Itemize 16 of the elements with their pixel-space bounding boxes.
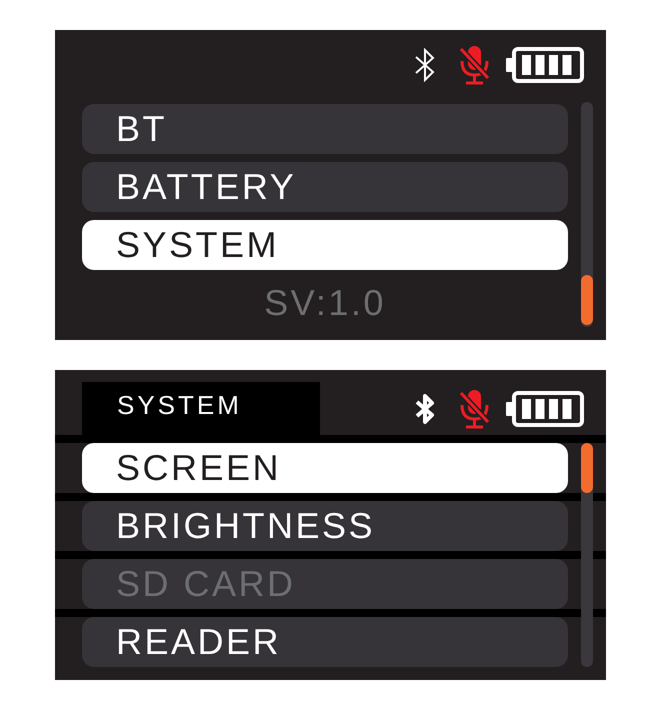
- menu-item[interactable]: READER: [82, 617, 568, 667]
- version-text: SV:1.0: [264, 285, 386, 321]
- battery-icon: [506, 47, 584, 83]
- menu-item[interactable]: BRIGHTNESS: [82, 501, 568, 551]
- scrollbar-thumb[interactable]: [581, 275, 593, 325]
- menu-item[interactable]: SYSTEM: [82, 220, 568, 270]
- menu-item[interactable]: BATTERY: [82, 162, 568, 212]
- screen-title: SYSTEM: [82, 382, 320, 435]
- muted-mic-icon: [457, 45, 492, 85]
- scrollbar-thumb[interactable]: [581, 443, 593, 493]
- menu-item[interactable]: BT: [82, 104, 568, 154]
- bluetooth-icon: [413, 392, 437, 426]
- menu-item[interactable]: SCREEN: [82, 443, 568, 493]
- battery-icon: [506, 390, 584, 426]
- bluetooth-icon: [413, 48, 437, 82]
- muted-mic-icon: [457, 388, 492, 428]
